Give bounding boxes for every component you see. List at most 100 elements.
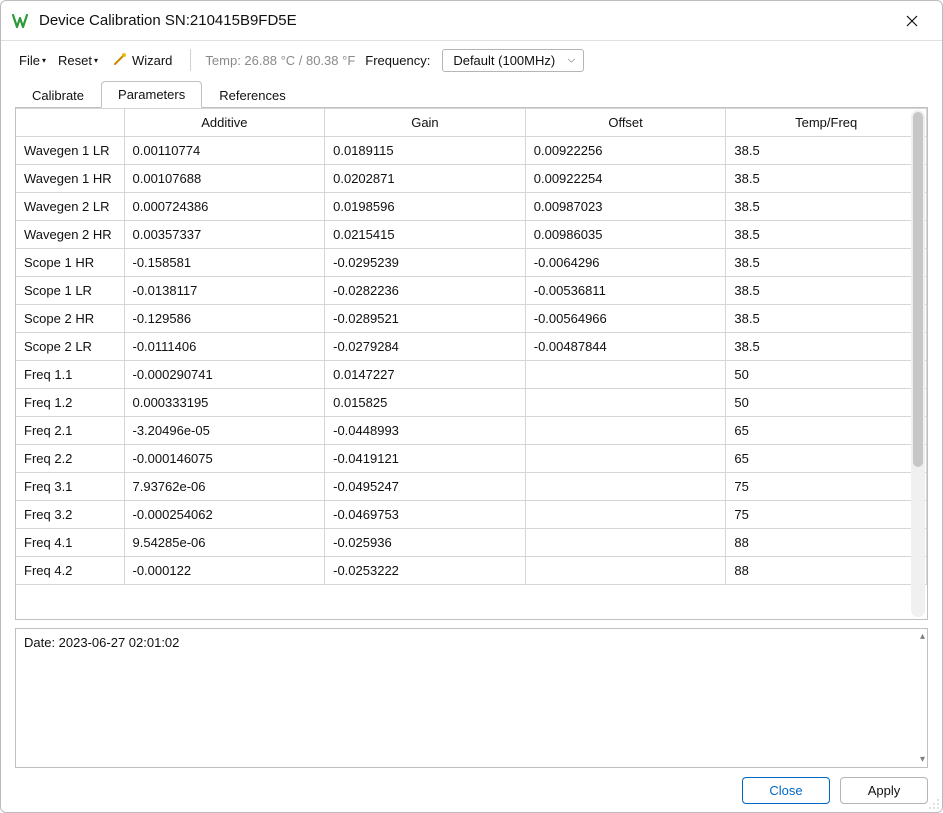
col-header-name[interactable]: [16, 109, 124, 137]
tab-parameters[interactable]: Parameters: [101, 81, 202, 108]
data-cell[interactable]: 0.00107688: [124, 165, 325, 193]
data-cell[interactable]: 38.5: [726, 305, 927, 333]
data-cell[interactable]: 0.0202871: [325, 165, 526, 193]
col-header-additive[interactable]: Additive: [124, 109, 325, 137]
data-cell[interactable]: 0.00987023: [525, 193, 726, 221]
data-cell[interactable]: 38.5: [726, 193, 927, 221]
frequency-select[interactable]: Default (100MHz) ⌵: [442, 49, 584, 72]
data-cell[interactable]: -0.0448993: [325, 417, 526, 445]
table-row[interactable]: Freq 4.2-0.000122-0.025322288: [16, 557, 927, 585]
data-cell[interactable]: 38.5: [726, 333, 927, 361]
table-row[interactable]: Scope 2 HR-0.129586-0.0289521-0.00564966…: [16, 305, 927, 333]
data-cell[interactable]: 38.5: [726, 137, 927, 165]
row-name-cell[interactable]: Scope 1 LR: [16, 277, 124, 305]
data-cell[interactable]: [525, 529, 726, 557]
data-cell[interactable]: 65: [726, 445, 927, 473]
data-cell[interactable]: -0.158581: [124, 249, 325, 277]
data-cell[interactable]: -0.0282236: [325, 277, 526, 305]
data-cell[interactable]: -0.0279284: [325, 333, 526, 361]
data-cell[interactable]: [525, 501, 726, 529]
data-cell[interactable]: 38.5: [726, 249, 927, 277]
row-name-cell[interactable]: Scope 2 LR: [16, 333, 124, 361]
data-cell[interactable]: -0.0289521: [325, 305, 526, 333]
data-cell[interactable]: 0.0215415: [325, 221, 526, 249]
data-cell[interactable]: [525, 557, 726, 585]
table-row[interactable]: Freq 2.1-3.20496e-05-0.0448993 65: [16, 417, 927, 445]
file-menu[interactable]: File▾: [15, 50, 50, 71]
data-cell[interactable]: 0.00986035: [525, 221, 726, 249]
table-row[interactable]: Freq 3.2-0.000254062-0.046975375: [16, 501, 927, 529]
data-cell[interactable]: 0.0147227: [325, 361, 526, 389]
table-row[interactable]: Scope 1 LR-0.0138117-0.0282236-0.0053681…: [16, 277, 927, 305]
data-cell[interactable]: -0.00487844: [525, 333, 726, 361]
data-cell[interactable]: 0.00357337: [124, 221, 325, 249]
col-header-tempfreq[interactable]: Temp/Freq: [726, 109, 927, 137]
data-cell[interactable]: 9.54285e-06: [124, 529, 325, 557]
row-name-cell[interactable]: Freq 2.1: [16, 417, 124, 445]
resize-grip-icon[interactable]: [927, 797, 941, 811]
data-cell[interactable]: 38.5: [726, 221, 927, 249]
data-cell[interactable]: [525, 389, 726, 417]
data-cell[interactable]: 38.5: [726, 277, 927, 305]
tab-calibrate[interactable]: Calibrate: [15, 82, 101, 108]
table-row[interactable]: Freq 2.2-0.000146075-0.041912165: [16, 445, 927, 473]
data-cell[interactable]: 88: [726, 557, 927, 585]
data-cell[interactable]: -3.20496e-05: [124, 417, 325, 445]
data-cell[interactable]: 50: [726, 361, 927, 389]
close-button[interactable]: Close: [742, 777, 830, 804]
col-header-offset[interactable]: Offset: [525, 109, 726, 137]
data-cell[interactable]: 88: [726, 529, 927, 557]
data-cell[interactable]: 75: [726, 473, 927, 501]
row-name-cell[interactable]: Freq 2.2: [16, 445, 124, 473]
tab-references[interactable]: References: [202, 82, 302, 108]
reset-menu[interactable]: Reset▾: [54, 50, 102, 71]
data-cell[interactable]: 0.000724386: [124, 193, 325, 221]
row-name-cell[interactable]: Scope 1 HR: [16, 249, 124, 277]
data-cell[interactable]: 0.0189115: [325, 137, 526, 165]
row-name-cell[interactable]: Scope 2 HR: [16, 305, 124, 333]
data-cell[interactable]: 7.93762e-06: [124, 473, 325, 501]
close-icon[interactable]: [892, 1, 932, 41]
data-cell[interactable]: -0.000290741: [124, 361, 325, 389]
data-cell[interactable]: -0.000254062: [124, 501, 325, 529]
scroll-down-icon[interactable]: ▾: [920, 754, 925, 765]
data-cell[interactable]: 0.00110774: [124, 137, 325, 165]
data-cell[interactable]: 0.000333195: [124, 389, 325, 417]
scroll-up-icon[interactable]: ▴: [920, 631, 925, 642]
data-cell[interactable]: -0.0495247: [325, 473, 526, 501]
data-cell[interactable]: [525, 473, 726, 501]
data-cell[interactable]: 0.00922254: [525, 165, 726, 193]
row-name-cell[interactable]: Wavegen 1 LR: [16, 137, 124, 165]
data-cell[interactable]: 38.5: [726, 165, 927, 193]
table-row[interactable]: Wavegen 1 HR0.001076880.02028710.0092225…: [16, 165, 927, 193]
row-name-cell[interactable]: Wavegen 2 HR: [16, 221, 124, 249]
data-cell[interactable]: [525, 417, 726, 445]
data-cell[interactable]: -0.025936: [325, 529, 526, 557]
data-cell[interactable]: [525, 445, 726, 473]
table-row[interactable]: Scope 1 HR-0.158581-0.0295239-0.00642963…: [16, 249, 927, 277]
row-name-cell[interactable]: Freq 1.2: [16, 389, 124, 417]
data-cell[interactable]: -0.129586: [124, 305, 325, 333]
data-cell[interactable]: -0.0138117: [124, 277, 325, 305]
data-cell[interactable]: -0.0469753: [325, 501, 526, 529]
row-name-cell[interactable]: Freq 3.1: [16, 473, 124, 501]
apply-button[interactable]: Apply: [840, 777, 928, 804]
data-cell[interactable]: 0.00922256: [525, 137, 726, 165]
row-name-cell[interactable]: Freq 4.2: [16, 557, 124, 585]
row-name-cell[interactable]: Freq 1.1: [16, 361, 124, 389]
data-cell[interactable]: 65: [726, 417, 927, 445]
data-cell[interactable]: -0.0064296: [525, 249, 726, 277]
row-name-cell[interactable]: Wavegen 2 LR: [16, 193, 124, 221]
vertical-scrollbar[interactable]: [911, 110, 925, 617]
col-header-gain[interactable]: Gain: [325, 109, 526, 137]
data-cell[interactable]: -0.00564966: [525, 305, 726, 333]
table-row[interactable]: Wavegen 1 LR0.001107740.01891150.0092225…: [16, 137, 927, 165]
table-row[interactable]: Freq 1.1-0.0002907410.0147227 50: [16, 361, 927, 389]
table-row[interactable]: Wavegen 2 LR0.0007243860.01985960.009870…: [16, 193, 927, 221]
data-cell[interactable]: 50: [726, 389, 927, 417]
data-cell[interactable]: -0.000122: [124, 557, 325, 585]
data-cell[interactable]: -0.0419121: [325, 445, 526, 473]
row-name-cell[interactable]: Freq 4.1: [16, 529, 124, 557]
table-row[interactable]: Wavegen 2 HR0.003573370.02154150.0098603…: [16, 221, 927, 249]
data-cell[interactable]: 0.0198596: [325, 193, 526, 221]
